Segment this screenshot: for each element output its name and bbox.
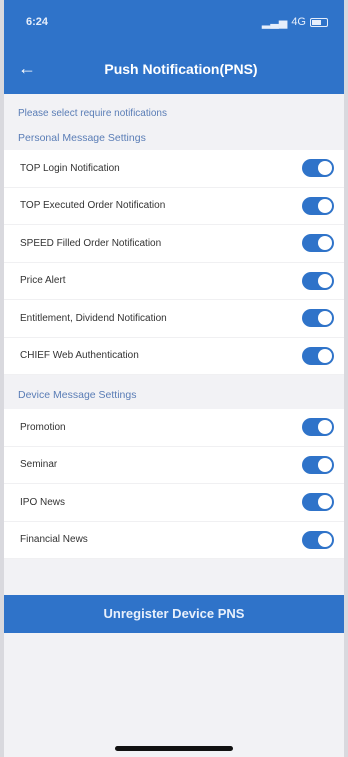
list-item: Financial News	[4, 522, 344, 559]
nav-bar: ← Push Notification(PNS)	[4, 44, 344, 94]
list-item: Price Alert	[4, 263, 344, 300]
toggle-knob	[318, 311, 332, 326]
item-label: Price Alert	[20, 275, 66, 287]
item-label: SPEED Filled Order Notification	[20, 237, 162, 249]
toggle-knob	[318, 495, 332, 510]
list-item: TOP Executed Order Notification	[4, 188, 344, 225]
toggle-switch[interactable]	[302, 196, 334, 215]
item-label: Entitlement, Dividend Notification	[20, 312, 167, 324]
item-label: IPO News	[20, 496, 66, 508]
toggle-switch[interactable]	[302, 530, 334, 549]
signal-icon: ▂▃▅	[261, 16, 288, 29]
unregister-device-button[interactable]: Unregister Device PNS	[4, 595, 344, 633]
personal-section-header: Personal Message Settings	[18, 132, 146, 144]
page-title: Push Notification(PNS)	[104, 61, 258, 77]
toggle-knob	[318, 457, 332, 472]
toggle-knob	[318, 236, 332, 251]
list-item: IPO News	[4, 484, 344, 522]
battery-icon	[310, 17, 328, 27]
toggle-knob	[318, 273, 332, 288]
item-label: TOP Login Notification	[20, 162, 120, 174]
toggle-switch[interactable]	[302, 159, 334, 178]
toggle-knob	[318, 532, 332, 547]
toggle-knob	[318, 348, 332, 363]
back-arrow-icon[interactable]: ←	[18, 56, 42, 80]
item-label: Financial News	[20, 534, 88, 546]
item-label: TOP Executed Order Notification	[20, 200, 166, 212]
status-time: 6:24	[26, 16, 49, 28]
toggle-knob	[318, 161, 332, 176]
list-item: Promotion	[4, 409, 344, 447]
item-label: Seminar	[20, 459, 58, 471]
list-item: TOP Login Notification	[4, 150, 344, 188]
button-area: Unregister Device PNS	[4, 595, 344, 633]
toggle-switch[interactable]	[302, 234, 334, 253]
device-section-header: Device Message Settings	[18, 389, 137, 401]
home-indicator	[115, 746, 233, 751]
item-label: CHIEF Web Authentication	[20, 350, 139, 362]
toggle-switch[interactable]	[302, 455, 334, 474]
instruction-text: Please select require notifications	[18, 108, 167, 119]
list-item: Seminar	[4, 447, 344, 484]
toggle-knob	[318, 198, 332, 213]
toggle-switch[interactable]	[302, 493, 334, 512]
app-header: 6:24 ▂▃▅ 4G ← Push Notification(PNS)	[4, 0, 344, 94]
settings-content: Please select require notifications Pers…	[4, 94, 344, 633]
list-item: SPEED Filled Order Notification	[4, 225, 344, 263]
list-item: Entitlement, Dividend Notification	[4, 300, 344, 338]
list-item: CHIEF Web Authentication	[4, 338, 344, 375]
item-label: Promotion	[20, 421, 66, 433]
network-label: 4G	[291, 16, 306, 28]
status-indicators: ▂▃▅ 4G	[262, 16, 328, 29]
toggle-switch[interactable]	[302, 271, 334, 290]
toggle-knob	[318, 420, 332, 435]
personal-settings-list: TOP Login Notification TOP Executed Orde…	[4, 150, 344, 375]
toggle-switch[interactable]	[302, 309, 334, 328]
toggle-switch[interactable]	[302, 346, 334, 365]
device-settings-list: Promotion Seminar IPO News Financial New…	[4, 409, 344, 559]
toggle-switch[interactable]	[302, 418, 334, 437]
status-bar: 6:24 ▂▃▅ 4G	[4, 0, 344, 44]
phone-screen: 6:24 ▂▃▅ 4G ← Push Notification(PNS) Ple…	[0, 0, 348, 757]
